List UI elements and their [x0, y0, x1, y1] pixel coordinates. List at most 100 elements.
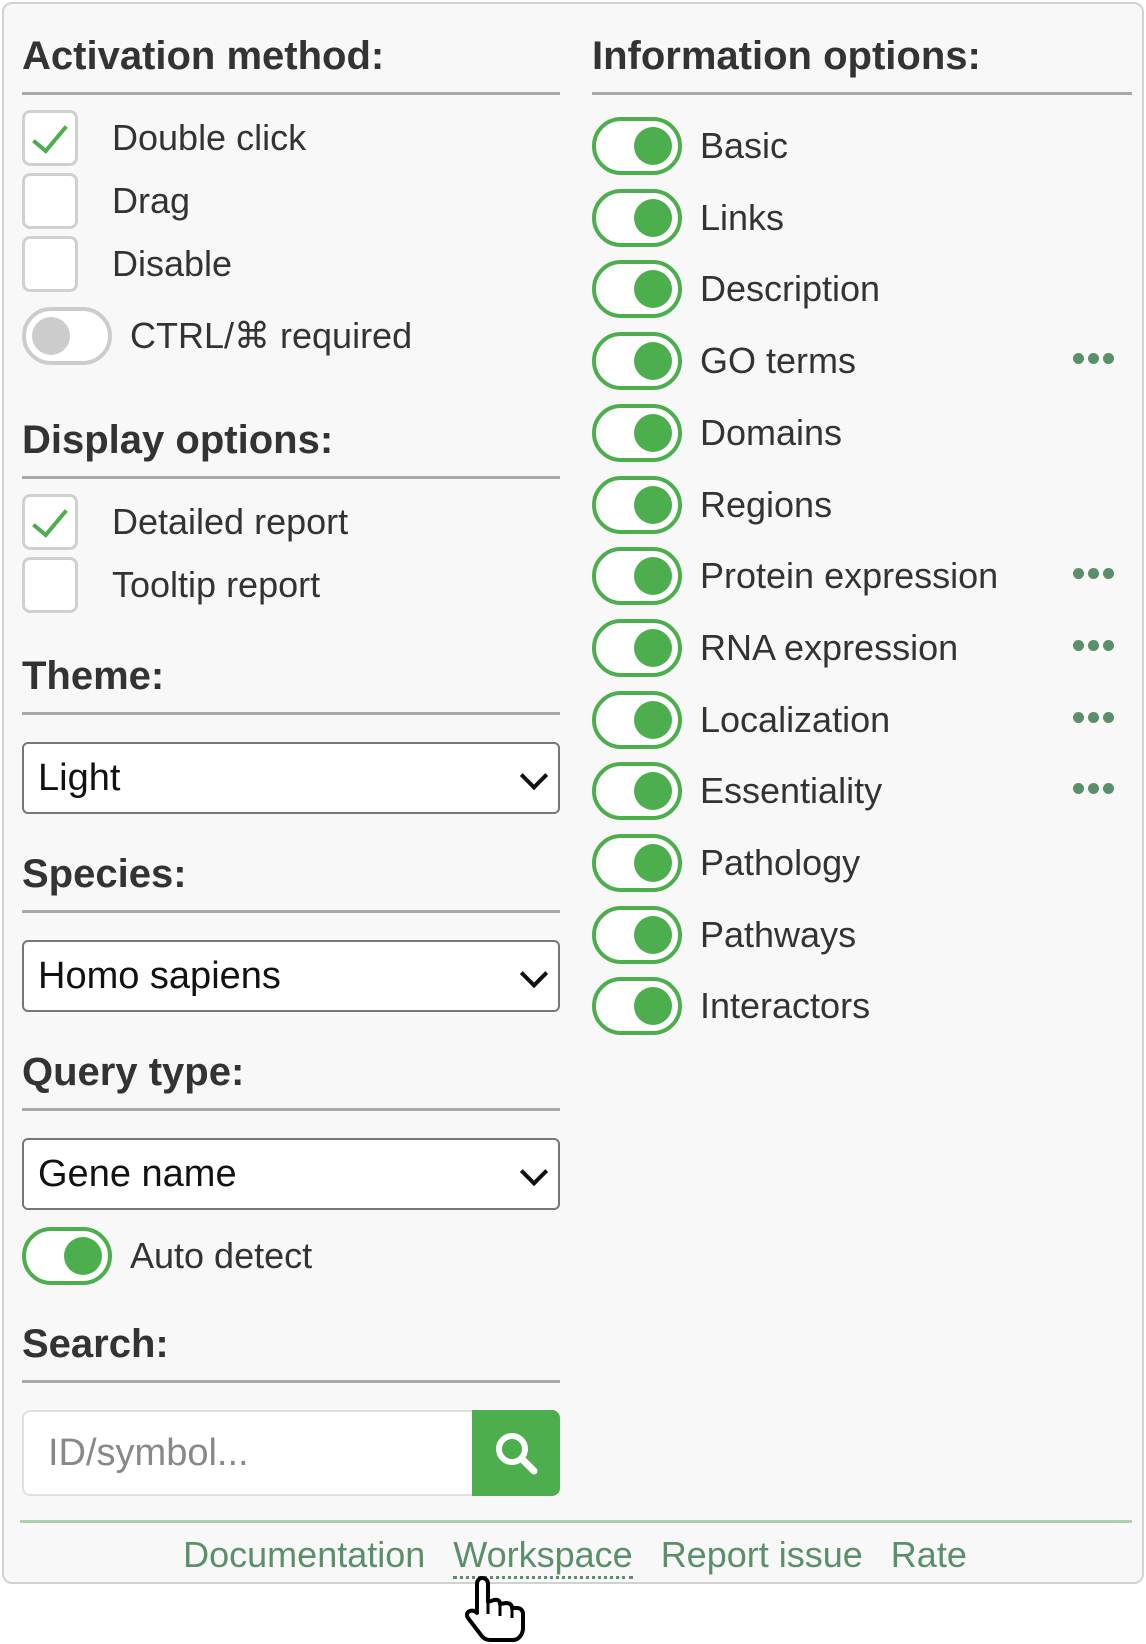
toggle-knob: [634, 413, 672, 452]
drag-checkbox[interactable]: [22, 173, 78, 229]
more-options-icon[interactable]: [1073, 568, 1114, 580]
detailed-report-checkbox[interactable]: [22, 494, 78, 550]
detailed-report-label: Detailed report: [112, 501, 349, 542]
tooltip-report-option[interactable]: Tooltip report: [22, 557, 560, 613]
info-option-label: Links: [700, 196, 785, 238]
info-option-basic[interactable]: Basic: [592, 116, 1132, 176]
info-option-interactors[interactable]: Interactors: [592, 976, 1132, 1036]
tooltip-report-checkbox[interactable]: [22, 557, 78, 613]
info-option-toggle[interactable]: [592, 905, 682, 964]
more-options-icon[interactable]: [1073, 711, 1114, 723]
info-option-toggle[interactable]: [592, 977, 682, 1036]
rate-link[interactable]: Rate: [891, 1534, 967, 1579]
info-option-toggle[interactable]: [592, 547, 682, 606]
toggle-knob: [634, 844, 672, 882]
info-option-pathology[interactable]: Pathology: [592, 833, 1132, 893]
info-option-description[interactable]: Description: [592, 259, 1132, 319]
info-option-protein-expression[interactable]: Protein expression: [592, 546, 1132, 606]
information-heading: Information options:: [592, 34, 1132, 95]
info-option-label: Protein expression: [700, 555, 999, 597]
toggle-knob: [634, 198, 672, 237]
info-option-label: Description: [700, 268, 881, 310]
footer-links: Documentation Workspace Report issue Rat…: [4, 1534, 1146, 1579]
theme-heading: Theme:: [22, 654, 560, 715]
info-option-label: GO terms: [700, 340, 857, 382]
chevron-down-icon: [519, 761, 549, 791]
more-options-icon[interactable]: [1073, 783, 1114, 795]
double-click-option[interactable]: Double click: [22, 110, 560, 166]
activation-heading: Activation method:: [22, 34, 560, 95]
info-option-label: Interactors: [700, 985, 871, 1027]
info-option-toggle[interactable]: [592, 618, 682, 677]
ctrl-required-toggle[interactable]: [22, 307, 112, 365]
theme-select-value: Light: [38, 756, 121, 799]
species-select[interactable]: Homo sapiens: [22, 940, 560, 1012]
auto-detect-option[interactable]: Auto detect: [22, 1226, 562, 1286]
disable-option[interactable]: Disable: [22, 236, 560, 292]
info-option-go-terms[interactable]: GO terms: [592, 331, 1132, 391]
info-option-label: Pathology: [700, 842, 861, 883]
info-option-label: Pathways: [700, 913, 857, 955]
theme-select[interactable]: Light: [22, 742, 560, 814]
query-type-heading: Query type:: [22, 1050, 560, 1111]
report-issue-link[interactable]: Report issue: [661, 1534, 863, 1579]
toggle-knob: [634, 772, 672, 811]
disable-label: Disable: [112, 243, 233, 284]
chevron-down-icon: [519, 1157, 549, 1187]
query-type-select[interactable]: Gene name: [22, 1138, 560, 1210]
toggle-knob: [634, 342, 672, 381]
ctrl-required-option[interactable]: CTRL/⌘ required: [22, 306, 562, 366]
search-heading: Search:: [22, 1322, 560, 1383]
toggle-knob: [32, 317, 70, 355]
info-option-toggle[interactable]: [592, 332, 682, 391]
info-option-toggle[interactable]: [592, 834, 682, 892]
info-option-rna-expression[interactable]: RNA expression: [592, 618, 1132, 678]
footer-divider: [20, 1520, 1132, 1523]
info-option-toggle[interactable]: [592, 117, 682, 175]
search-button[interactable]: [472, 1410, 560, 1496]
toggle-knob: [64, 1237, 102, 1275]
tooltip-report-label: Tooltip report: [112, 564, 321, 605]
info-option-toggle[interactable]: [592, 690, 682, 749]
info-option-essentiality[interactable]: Essentiality: [592, 761, 1132, 821]
documentation-link[interactable]: Documentation: [183, 1534, 425, 1579]
double-click-label: Double click: [112, 117, 307, 158]
toggle-knob: [634, 557, 672, 596]
info-option-localization[interactable]: Localization: [592, 690, 1132, 750]
info-option-toggle[interactable]: [592, 260, 682, 319]
info-option-toggle[interactable]: [592, 188, 682, 247]
drag-option[interactable]: Drag: [22, 173, 560, 229]
toggle-knob: [634, 628, 672, 667]
detailed-report-option[interactable]: Detailed report: [22, 494, 560, 550]
info-option-pathways[interactable]: Pathways: [592, 905, 1132, 965]
info-option-label: Essentiality: [700, 770, 883, 812]
disable-checkbox[interactable]: [22, 236, 78, 292]
toggle-knob: [634, 915, 672, 954]
species-heading: Species:: [22, 852, 560, 913]
workspace-link[interactable]: Workspace: [453, 1534, 633, 1579]
species-select-value: Homo sapiens: [38, 954, 281, 997]
info-option-regions[interactable]: Regions: [592, 475, 1132, 535]
check-icon: [32, 116, 68, 154]
auto-detect-toggle[interactable]: [22, 1227, 112, 1285]
search-bar: [22, 1410, 560, 1496]
toggle-knob: [634, 700, 672, 739]
info-option-domains[interactable]: Domains: [592, 403, 1132, 463]
toggle-knob: [634, 127, 672, 165]
toggle-knob: [634, 270, 672, 309]
search-input[interactable]: [22, 1410, 472, 1496]
hand-pointer-icon: [464, 1576, 525, 1642]
more-options-icon[interactable]: [1073, 353, 1114, 365]
info-option-label: Basic: [700, 125, 789, 166]
more-options-icon[interactable]: [1073, 639, 1114, 651]
chevron-down-icon: [519, 959, 549, 989]
info-option-toggle[interactable]: [592, 762, 682, 821]
info-option-toggle[interactable]: [592, 475, 682, 534]
info-option-label: Regions: [700, 483, 833, 525]
settings-panel: Activation method: Double click Drag Dis…: [2, 2, 1144, 1584]
info-option-links[interactable]: Links: [592, 188, 1132, 248]
display-heading: Display options:: [22, 418, 560, 479]
double-click-checkbox[interactable]: [22, 110, 78, 166]
toggle-knob: [634, 485, 672, 524]
info-option-toggle[interactable]: [592, 403, 682, 462]
